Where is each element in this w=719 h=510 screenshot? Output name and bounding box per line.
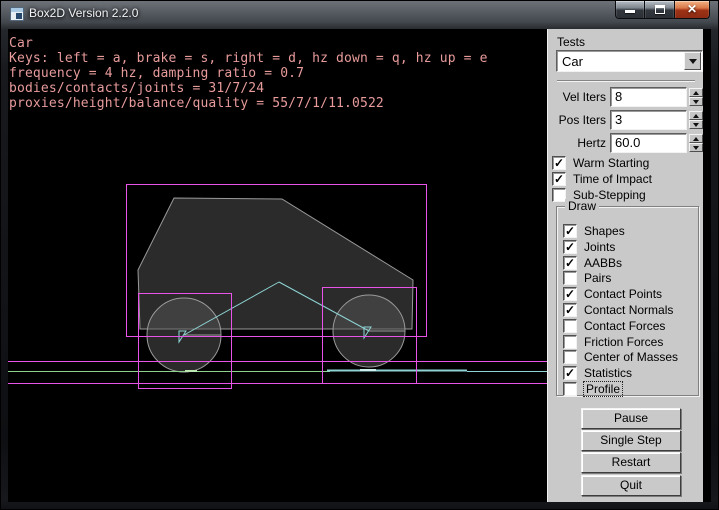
pos-iters-label: Pos Iters <box>548 110 606 130</box>
checkbox-box[interactable]: ✓ <box>563 303 577 317</box>
checkbox-box[interactable] <box>563 350 577 364</box>
checkbox-label: Pairs <box>584 271 611 285</box>
dropdown-arrow-button[interactable] <box>684 52 701 70</box>
vel-iters-row: Vel Iters8 <box>548 87 704 107</box>
tests-dropdown[interactable]: Car <box>556 50 703 72</box>
contact-point-marker <box>185 370 197 372</box>
checkbox-box[interactable] <box>552 188 566 202</box>
checkbox-warm-starting[interactable]: ✓ Warm Starting <box>552 155 649 171</box>
checkbox-profile[interactable]: Profile <box>563 381 622 397</box>
caption-buttons: ✕ <box>615 1 710 19</box>
client-area: CarKeys: left = a, brake = s, right = d,… <box>8 29 711 502</box>
checkbox-shapes[interactable]: ✓ Shapes <box>563 223 625 239</box>
checkbox-label: Joints <box>584 240 615 254</box>
checkbox-box[interactable]: ✓ <box>552 156 566 170</box>
contact-point-marker <box>360 369 376 371</box>
pos-iters-stepper[interactable] <box>689 111 703 129</box>
checkbox-box[interactable]: ✓ <box>563 287 577 301</box>
stats-line: proxies/height/balance/quality = 55/7/1/… <box>9 96 488 111</box>
checkbox-label: AABBs <box>584 256 622 270</box>
checkbox-box[interactable] <box>563 271 577 285</box>
hertz-stepper[interactable] <box>689 134 703 152</box>
pause-button[interactable]: Pause <box>581 408 681 429</box>
restart-button[interactable]: Restart <box>581 452 681 473</box>
vel-iters-label: Vel Iters <box>548 87 606 107</box>
checkbox-label: Contact Normals <box>584 303 673 317</box>
quit-button[interactable]: Quit <box>581 475 681 496</box>
simulation-canvas[interactable]: CarKeys: left = a, brake = s, right = d,… <box>8 29 547 502</box>
checkbox-friction-forces[interactable]: Friction Forces <box>563 334 663 350</box>
tests-label: Tests <box>557 35 585 49</box>
draw-items: ✓ Shapes ✓ Joints ✓ AABBsPairs ✓ Contact Points… <box>563 207 700 395</box>
checkbox-box[interactable]: ✓ <box>563 224 577 238</box>
single-step-button[interactable]: Single Step <box>581 430 681 451</box>
checkbox-label: Profile <box>584 382 622 396</box>
checkbox-joints[interactable]: ✓ Joints <box>563 239 615 255</box>
checkbox-label: Shapes <box>584 224 625 238</box>
spinner-up-icon[interactable] <box>689 88 703 97</box>
chevron-down-icon <box>689 59 697 64</box>
spinner-down-icon[interactable] <box>689 120 703 129</box>
stats-line: Keys: left = a, brake = s, right = d, hz… <box>9 51 488 66</box>
checkbox-box[interactable]: ✓ <box>563 366 577 380</box>
checkbox-box[interactable]: ✓ <box>563 256 577 270</box>
separator <box>557 80 695 82</box>
checkbox-box[interactable]: ✓ <box>552 172 566 186</box>
title-bar[interactable]: Box2D Version 2.2.0 ✕ <box>1 1 718 29</box>
window-title: Box2D Version 2.2.0 <box>29 6 138 20</box>
maximize-button[interactable] <box>645 1 674 19</box>
checkbox-box[interactable] <box>563 335 577 349</box>
checkbox-statistics[interactable]: ✓ Statistics <box>563 365 632 381</box>
draw-group: Draw ✓Shapes✓Joints✓AABBsPairs✓Contact P… <box>556 206 699 396</box>
checkbox-pairs[interactable]: Pairs <box>563 270 611 286</box>
pos-iters-row: Pos Iters3 <box>548 110 704 130</box>
checkbox-center-of-masses[interactable]: Center of Masses <box>563 349 678 365</box>
checkbox-contact-normals[interactable]: ✓ Contact Normals <box>563 302 673 318</box>
app-window: Box2D Version 2.2.0 ✕ CarKeys: left = a,… <box>0 0 719 510</box>
checkbox-label: Time of Impact <box>573 172 652 186</box>
app-icon <box>10 7 24 21</box>
checkbox-contact-points[interactable]: ✓ Contact Points <box>563 286 662 302</box>
checkbox-label: Warm Starting <box>573 156 649 170</box>
close-icon: ✕ <box>675 1 709 17</box>
stats-text: CarKeys: left = a, brake = s, right = d,… <box>9 36 488 111</box>
spinner-up-icon[interactable] <box>689 134 703 143</box>
stats-line: Car <box>9 36 488 51</box>
vel-iters-stepper[interactable] <box>689 88 703 106</box>
vel-iters-input[interactable]: 8 <box>610 87 687 107</box>
spinner-up-icon[interactable] <box>689 111 703 120</box>
checkbox-label: Contact Forces <box>584 319 665 333</box>
checkbox-aabbs[interactable]: ✓ AABBs <box>563 255 622 271</box>
checkbox-label: Friction Forces <box>584 335 663 349</box>
stats-line: frequency = 4 hz, damping ratio = 0.7 <box>9 66 488 81</box>
hertz-input[interactable]: 60.0 <box>610 133 687 153</box>
minimize-icon <box>625 10 635 13</box>
pos-iters-input[interactable]: 3 <box>610 110 687 130</box>
maximize-icon <box>655 5 665 14</box>
close-button[interactable]: ✕ <box>674 1 710 19</box>
checkbox-time-of-impact[interactable]: ✓ Time of Impact <box>552 171 652 187</box>
checkbox-label: Statistics <box>584 366 632 380</box>
control-panel: Tests Car Vel Iters8Pos Iters3Hertz60.0 … <box>547 29 703 502</box>
spinner-down-icon[interactable] <box>689 97 703 106</box>
stats-line: bodies/contacts/joints = 31/7/24 <box>9 81 488 96</box>
minimize-button[interactable] <box>615 1 645 19</box>
checkbox-contact-forces[interactable]: Contact Forces <box>563 318 665 334</box>
checkbox-box[interactable] <box>563 382 577 396</box>
checkbox-box[interactable] <box>563 319 577 333</box>
spinner-down-icon[interactable] <box>689 143 703 152</box>
checkbox-box[interactable]: ✓ <box>563 240 577 254</box>
tests-selected-value: Car <box>562 54 583 69</box>
checkbox-label: Center of Masses <box>584 350 678 364</box>
checkbox-label: Contact Points <box>584 287 662 301</box>
hertz-row: Hertz60.0 <box>548 133 704 153</box>
hertz-label: Hertz <box>548 133 606 153</box>
